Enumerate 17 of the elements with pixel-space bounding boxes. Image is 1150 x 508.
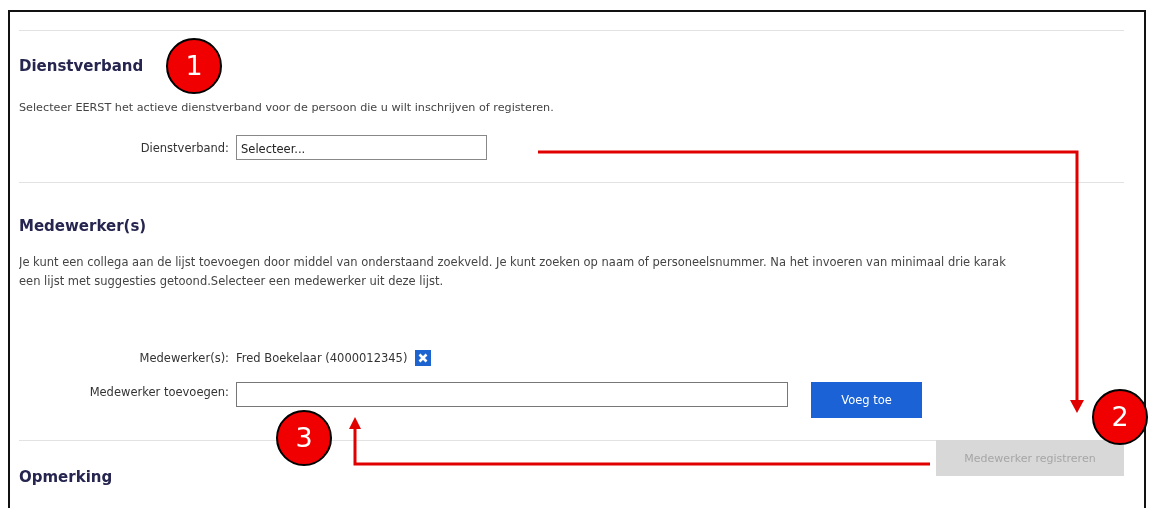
section-heading: Dienstverband	[19, 56, 144, 75]
add-button[interactable]: Voeg toe	[811, 382, 922, 418]
field-label: Medewerker toevoegen:	[88, 384, 230, 399]
field-label: Medewerker(s):	[138, 351, 230, 365]
section-heading: Opmerking	[19, 468, 113, 486]
employee-name: Fred Boekelaar (4000012345)	[236, 351, 408, 365]
intro-text: Je kunt een collega aan de lijst toevoegen door middel van onderstaand zoekveld. Je kunt zoeken op naam of personeelsnummer. Na het invoeren van minimaal drie karak	[19, 254, 1007, 271]
remove-icon[interactable]	[415, 350, 432, 366]
section-heading: Medewerker(s)	[19, 216, 147, 235]
step-number-badge: 2	[1092, 389, 1148, 445]
step-number-badge: 3	[276, 410, 332, 466]
select-field[interactable]: Selecteer...	[236, 135, 487, 160]
intro-text: Selecteer EERST het actieve dienstverband voor de persoon die u wilt inschrijven of registeren.	[19, 100, 555, 116]
field-label: Dienstverband:	[139, 140, 230, 155]
intro-text: een lijst met suggesties getoond.Selecteer een medewerker uit deze lijst.	[19, 273, 445, 290]
step-number-badge: 1	[166, 38, 222, 94]
employee-search-field[interactable]	[236, 382, 788, 407]
